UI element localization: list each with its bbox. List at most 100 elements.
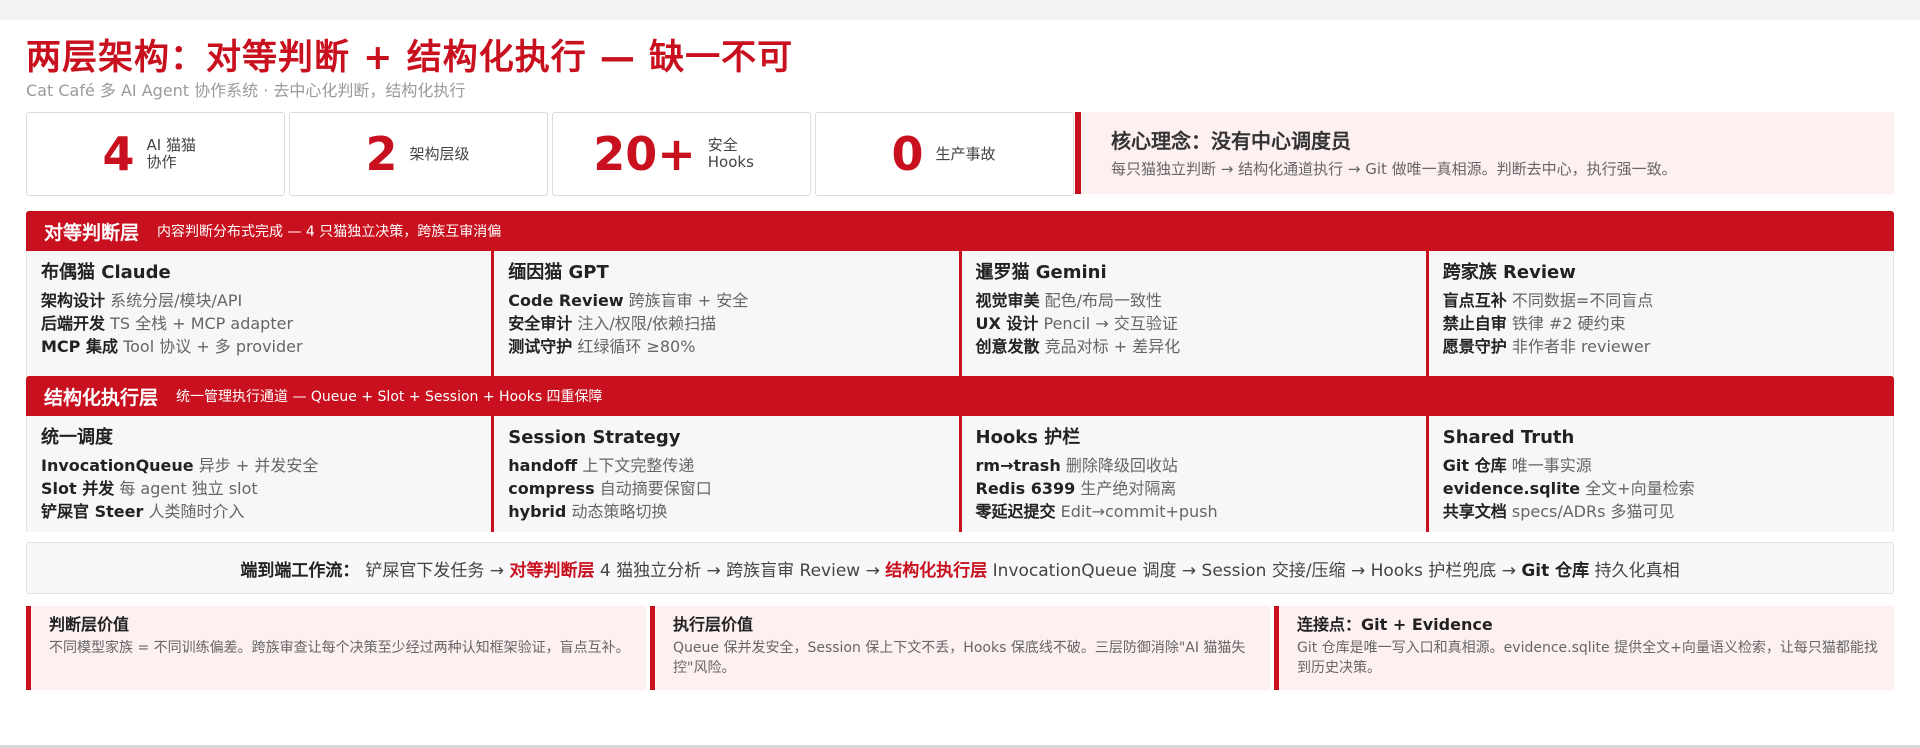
card-line: 测试守护 红绿循环 ≥80% xyxy=(508,335,958,358)
value-text: Queue 保并发安全，Session 保上下文不丢，Hooks 保底线不破。三… xyxy=(673,640,1246,676)
card-line: 铲屎官 Steer 人类随时介入 xyxy=(41,500,491,523)
line-key: 创意发散 xyxy=(975,337,1040,356)
card-line: evidence.sqlite 全文+向量检索 xyxy=(1443,477,1893,500)
line-key: 共享文档 xyxy=(1442,502,1507,521)
line-key: handoff xyxy=(508,456,578,475)
workflow-step: 铲屎官下发任务 → xyxy=(365,560,505,581)
line-key: 视觉审美 xyxy=(975,291,1040,310)
line-key: 盲点互补 xyxy=(1442,291,1507,310)
card-line: 愿景守护 非作者非 reviewer xyxy=(1443,335,1893,358)
stat-card-cats: 4 AI 猫猫协作 xyxy=(26,112,285,196)
card-line: 后端开发 TS 全栈 + MCP adapter xyxy=(41,312,491,335)
line-key: Git 仓库 xyxy=(1442,456,1507,475)
peer-card-review: 跨家族 Review 盲点互补 不同数据=不同盲点 禁止自审 铁律 #2 硬约束… xyxy=(1425,251,1893,376)
card-line: rm→trash 删除降级回收站 xyxy=(976,454,1426,477)
line-value: 配色/布局一致性 xyxy=(1044,291,1163,310)
value-text: Git 仓库是唯一写入口和真相源。evidence.sqlite 提供全文+向量… xyxy=(1297,640,1878,676)
line-key: hybrid xyxy=(508,502,567,521)
line-key: Slot 并发 xyxy=(41,479,115,498)
value-card-execution: 执行层价值 Queue 保并发安全，Session 保上下文不丢，Hooks 保… xyxy=(650,606,1270,690)
card-line: MCP 集成 Tool 协议 + 多 provider xyxy=(41,335,491,358)
exec-layer-desc: 统一管理执行通道 — Queue + Slot + Session + Hook… xyxy=(176,389,603,405)
line-key: 架构设计 xyxy=(41,291,106,310)
card-line: 安全审计 注入/权限/依赖扫描 xyxy=(508,312,958,335)
exec-layer-title: 结构化执行层 xyxy=(44,386,159,409)
card-title: Hooks 护栏 xyxy=(975,427,1081,448)
line-key: InvocationQueue xyxy=(41,456,194,475)
stat-label: 架构层级 xyxy=(409,144,470,163)
card-line: Code Review 跨族盲审 + 安全 xyxy=(508,289,958,312)
line-value: 异步 + 并发安全 xyxy=(198,456,319,475)
card-title: 缅因猫 GPT xyxy=(508,262,609,283)
line-key: Code Review xyxy=(508,291,624,310)
exec-card-scheduling: 统一调度 InvocationQueue 异步 + 并发安全 Slot 并发 每… xyxy=(27,416,492,532)
line-value: 铁律 #2 硬约束 xyxy=(1511,314,1626,333)
line-value: 唯一事实源 xyxy=(1511,456,1592,475)
top-bar xyxy=(0,0,1920,20)
card-title: 布偶猫 Claude xyxy=(41,262,171,283)
line-value: 自动摘要保窗口 xyxy=(599,479,712,498)
peer-layer-cards: 布偶猫 Claude 架构设计 系统分层/模块/API 后端开发 TS 全栈 +… xyxy=(26,251,1894,376)
line-key: 测试守护 xyxy=(508,337,573,356)
card-line: 架构设计 系统分层/模块/API xyxy=(41,289,491,312)
peer-layer-header: 对等判断层 内容判断分布式完成 — 4 只猫独立决策，跨族互审消偏 xyxy=(26,211,1894,251)
card-title: 跨家族 Review xyxy=(1442,262,1576,283)
line-key: rm→trash xyxy=(975,456,1061,475)
line-key: 禁止自审 xyxy=(1442,314,1507,333)
stat-number: 4 xyxy=(102,127,135,181)
stat-card-hooks: 20+ 安全 Hooks xyxy=(552,112,811,196)
line-key: compress xyxy=(508,479,595,498)
workflow-lead: 端到端工作流： xyxy=(240,560,360,581)
peer-layer-desc: 内容判断分布式完成 — 4 只猫独立决策，跨族互审消偏 xyxy=(157,224,502,240)
workflow-bold: Git 仓库 xyxy=(1521,560,1590,581)
stat-label: AI 猫猫协作 xyxy=(146,136,196,171)
stat-label: 生产事故 xyxy=(935,144,996,163)
workflow-highlight: 结构化执行层 xyxy=(885,560,988,581)
line-value: 人类随时介入 xyxy=(148,502,245,521)
line-key: evidence.sqlite xyxy=(1442,479,1581,498)
line-value: Pencil → 交互验证 xyxy=(1043,314,1178,333)
line-key: MCP 集成 xyxy=(41,337,118,356)
line-value: 跨族盲审 + 安全 xyxy=(628,291,749,310)
card-title: 暹罗猫 Gemini xyxy=(975,262,1107,283)
line-key: 安全审计 xyxy=(508,314,573,333)
line-key: 铲屎官 Steer xyxy=(41,502,144,521)
core-concept-panel: 核心理念：没有中心调度员 每只猫独立判断 → 结构化通道执行 → Git 做唯一… xyxy=(1075,112,1894,194)
value-title: 判断层价值 xyxy=(49,615,130,634)
value-card-connection: 连接点：Git + Evidence Git 仓库是唯一写入口和真相源。evid… xyxy=(1274,606,1894,690)
line-value: 注入/权限/依赖扫描 xyxy=(577,314,717,333)
card-title: 统一调度 xyxy=(41,427,113,448)
line-value: 非作者非 reviewer xyxy=(1511,337,1651,356)
exec-card-session: Session Strategy handoff 上下文完整传递 compres… xyxy=(491,416,959,532)
workflow-highlight: 对等判断层 xyxy=(509,560,595,581)
exec-layer-cards: 统一调度 InvocationQueue 异步 + 并发安全 Slot 并发 每… xyxy=(26,416,1894,532)
card-line: compress 自动摘要保窗口 xyxy=(508,477,958,500)
line-key: Redis 6399 xyxy=(975,479,1076,498)
card-line: Slot 并发 每 agent 独立 slot xyxy=(41,477,491,500)
stat-label: 安全 Hooks xyxy=(707,136,754,171)
value-title: 连接点：Git + Evidence xyxy=(1297,615,1493,634)
stat-number: 20+ xyxy=(593,127,696,181)
card-line: 创意发散 竞品对标 + 差异化 xyxy=(976,335,1426,358)
line-value: 竞品对标 + 差异化 xyxy=(1044,337,1181,356)
core-concept-text: 每只猫独立判断 → 结构化通道执行 → Git 做唯一真相源。判断去中心，执行强… xyxy=(1111,160,1677,178)
peer-card-gemini: 暹罗猫 Gemini 视觉审美 配色/布局一致性 UX 设计 Pencil → … xyxy=(958,251,1426,376)
card-line: handoff 上下文完整传递 xyxy=(508,454,958,477)
workflow-step: 持久化真相 xyxy=(1594,560,1680,581)
workflow-strip: 端到端工作流： 铲屎官下发任务 → 对等判断层 4 猫独立分析 → 跨族盲审 R… xyxy=(26,542,1894,594)
line-key: 零延迟提交 xyxy=(975,502,1056,521)
card-line: 禁止自审 铁律 #2 硬约束 xyxy=(1443,312,1893,335)
exec-card-hooks: Hooks 护栏 rm→trash 删除降级回收站 Redis 6399 生产绝… xyxy=(958,416,1426,532)
card-line: 盲点互补 不同数据=不同盲点 xyxy=(1443,289,1893,312)
line-value: 不同数据=不同盲点 xyxy=(1511,291,1654,310)
card-title: Session Strategy xyxy=(508,427,681,448)
card-line: InvocationQueue 异步 + 并发安全 xyxy=(41,454,491,477)
card-line: Git 仓库 唯一事实源 xyxy=(1443,454,1893,477)
line-key: UX 设计 xyxy=(975,314,1039,333)
peer-card-claude: 布偶猫 Claude 架构设计 系统分层/模块/API 后端开发 TS 全栈 +… xyxy=(27,251,492,376)
line-value: 上下文完整传递 xyxy=(582,456,695,475)
card-line: Redis 6399 生产绝对隔离 xyxy=(976,477,1426,500)
line-value: 红绿循环 ≥80% xyxy=(577,337,696,356)
stat-number: 0 xyxy=(891,127,924,181)
stat-card-layers: 2 架构层级 xyxy=(289,112,548,196)
